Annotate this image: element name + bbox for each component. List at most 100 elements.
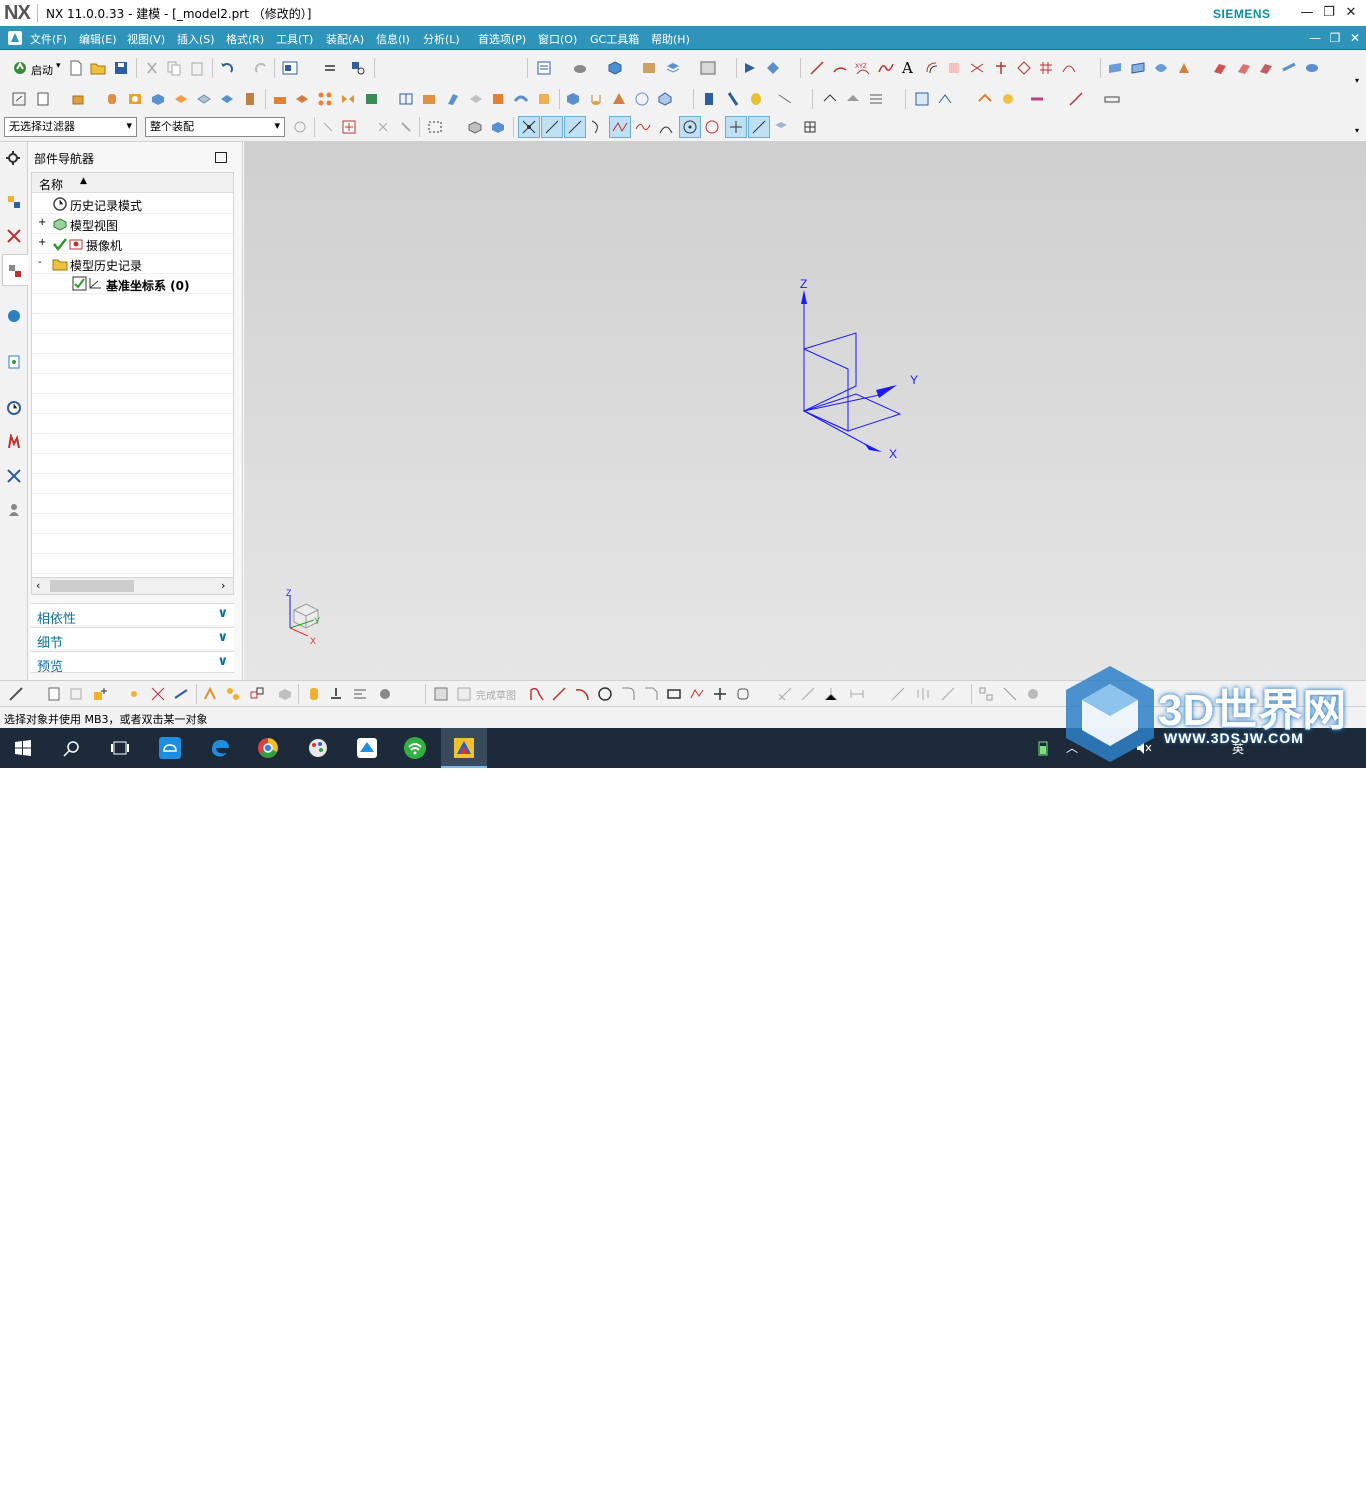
menu-format[interactable]: 格式(R) (226, 31, 264, 47)
wave-link-icon[interactable] (1029, 91, 1045, 107)
make-corner-icon[interactable] (823, 686, 839, 702)
cloud-app-icon[interactable] (158, 736, 182, 760)
offset-curve-icon[interactable] (924, 60, 940, 76)
report-icon[interactable] (868, 91, 884, 107)
tree-row-history-mode[interactable]: 历史记录模式 (32, 194, 233, 214)
windows-start-icon[interactable] (15, 740, 31, 756)
sketch-line-icon[interactable] (551, 686, 567, 702)
coin-icon[interactable] (748, 91, 764, 107)
quick-trim-icon[interactable] (777, 686, 793, 702)
rectangle-select-icon[interactable] (427, 119, 443, 135)
scroll-left-icon[interactable]: ‹ (36, 579, 40, 592)
scroll-right-icon[interactable]: › (221, 579, 225, 592)
stack-icon[interactable] (701, 91, 717, 107)
sort-ascending-icon[interactable]: ▲ (80, 176, 87, 186)
transform-icon[interactable] (173, 686, 189, 702)
xyz-curve-icon[interactable]: XYZ (855, 60, 871, 76)
panel-dependencies[interactable]: 相依性 ∨ (31, 603, 234, 627)
extract-curve-icon[interactable] (993, 60, 1009, 76)
selection-filter-dropdown[interactable]: 无选择过滤器 (4, 117, 137, 137)
align-icon[interactable] (352, 686, 368, 702)
color-swatch-icon[interactable] (700, 60, 716, 76)
panel-preview[interactable]: 预览 ∨ (31, 651, 234, 675)
thicken-icon[interactable] (513, 91, 529, 107)
menu-file[interactable]: 文件(F) (30, 31, 67, 47)
wifi-app-icon[interactable] (403, 736, 427, 760)
intersect-curve-icon[interactable] (969, 60, 985, 76)
reattach-icon[interactable] (1025, 686, 1041, 702)
circle-icon[interactable] (597, 686, 613, 702)
panel-details[interactable]: 细节 ∨ (31, 627, 234, 651)
subtract-icon[interactable] (294, 91, 310, 107)
nx-taskbar-button[interactable] (441, 728, 487, 768)
battery-icon[interactable] (1038, 740, 1048, 756)
tree-row-datum-csys[interactable]: 基准坐标系 (0) (32, 274, 233, 294)
start-icon[interactable] (12, 60, 28, 76)
attribute-icon[interactable] (306, 686, 322, 702)
hole-icon[interactable] (127, 91, 143, 107)
chamfer-sketch-icon[interactable] (643, 686, 659, 702)
move-object-icon[interactable] (150, 686, 166, 702)
expression-icon[interactable] (202, 686, 218, 702)
column-header-name[interactable]: 名称 ▲ (32, 173, 233, 193)
snap-intersection-toggle[interactable] (609, 116, 631, 138)
arc-icon[interactable] (832, 60, 848, 76)
snap-view-icon[interactable] (742, 60, 758, 76)
tangent-icon[interactable] (658, 119, 674, 135)
snap-midpoint-toggle[interactable] (564, 116, 586, 138)
messenger-app-icon[interactable] (355, 736, 379, 760)
orient-view-icon[interactable] (765, 60, 781, 76)
sketch-point-icon[interactable] (712, 686, 728, 702)
view-layout-icon[interactable] (282, 60, 298, 76)
paint-app-icon[interactable] (306, 736, 330, 760)
doc-restore-button[interactable]: ❐ (1326, 29, 1344, 47)
ruler-icon[interactable] (1104, 91, 1120, 107)
background-icon[interactable] (641, 60, 657, 76)
polygon-icon[interactable] (689, 686, 705, 702)
snap-existing-point-toggle[interactable] (725, 116, 747, 138)
view-menu-icon[interactable] (536, 60, 552, 76)
collapse-toggle[interactable]: - (38, 257, 42, 268)
dimension-icon[interactable] (777, 91, 793, 107)
tree-row-model-history[interactable]: - 模型历史记录 (32, 254, 233, 274)
point-icon[interactable] (126, 686, 142, 702)
draft-icon[interactable] (445, 91, 461, 107)
groove-icon[interactable] (242, 91, 258, 107)
cut-icon[interactable] (144, 60, 160, 76)
taskbar-date[interactable]: 2016/9/30 (1295, 1476, 1351, 1489)
pad-icon[interactable] (196, 91, 212, 107)
quadrant-icon[interactable] (704, 119, 720, 135)
sheet-body-filter-icon[interactable] (490, 119, 506, 135)
fillet-icon[interactable] (620, 686, 636, 702)
paste-icon[interactable] (189, 60, 205, 76)
unite-icon[interactable] (272, 91, 288, 107)
link-icon[interactable] (249, 686, 265, 702)
menu-help[interactable]: 帮助(H) (651, 31, 690, 47)
minimize-button[interactable]: — (1296, 4, 1318, 22)
geometric-constraints-icon[interactable] (890, 686, 906, 702)
through-curves-icon[interactable] (1130, 60, 1146, 76)
extend-surface-icon[interactable] (1258, 60, 1274, 76)
mesh-curve-icon[interactable] (1038, 60, 1054, 76)
finish-sketch-label[interactable]: 完成草图 (476, 687, 516, 702)
restore-button[interactable]: ❐ (1318, 4, 1340, 22)
constraint-icon[interactable] (937, 91, 953, 107)
menu-window[interactable]: 窗口(O) (538, 31, 577, 47)
undo-icon[interactable] (219, 60, 235, 76)
sweep-icon[interactable] (1176, 60, 1192, 76)
profile-icon[interactable] (529, 686, 545, 702)
select-all-icon[interactable] (320, 119, 336, 135)
sew-icon[interactable] (1304, 60, 1320, 76)
doc-close-button[interactable]: ✕ (1346, 29, 1364, 47)
spline-icon[interactable] (878, 60, 894, 76)
feature-select-icon[interactable] (341, 119, 357, 135)
highlight-icon[interactable] (398, 119, 414, 135)
block-icon[interactable] (565, 91, 581, 107)
web-browser-icon[interactable] (6, 354, 22, 370)
graphics-window[interactable]: Z Y X Z Y X (244, 142, 1366, 680)
menu-preferences[interactable]: 首选项(P) (478, 31, 526, 47)
edge-browser-icon[interactable] (208, 736, 232, 760)
boss-icon[interactable] (150, 91, 166, 107)
chrome-browser-icon[interactable] (256, 736, 280, 760)
stamp-icon[interactable] (328, 686, 344, 702)
